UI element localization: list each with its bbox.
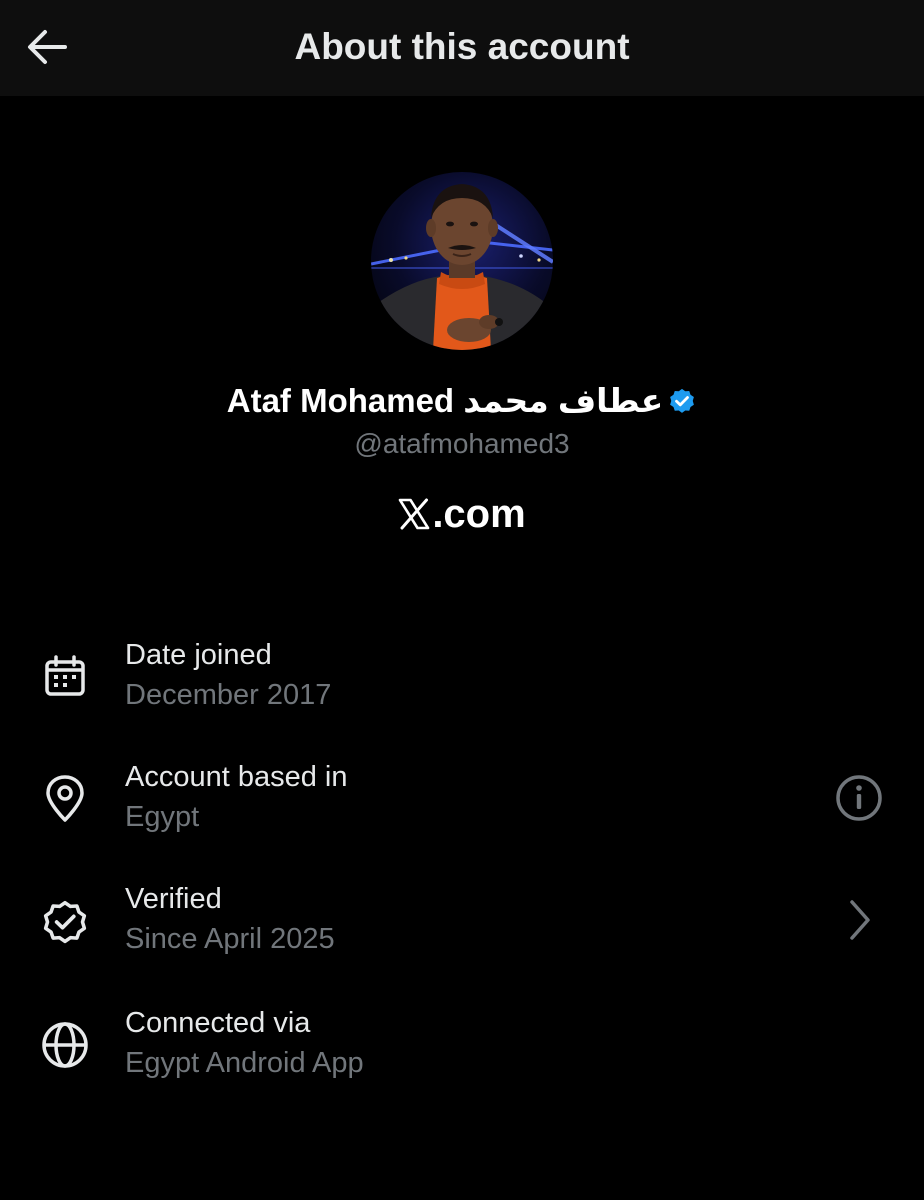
detail-value: December 2017 <box>125 679 332 711</box>
info-icon <box>836 775 882 821</box>
info-button[interactable] <box>831 770 887 826</box>
detail-row-date-joined: Date joined December 2017 <box>0 630 924 730</box>
detail-title: Connected via <box>125 1007 311 1039</box>
detail-title: Verified <box>125 883 222 915</box>
display-name: Ataf Mohamed عطاف محمد <box>226 382 664 419</box>
page-title: About this account <box>294 26 630 67</box>
detail-row-account-based-in: Account based in Egypt <box>0 752 924 852</box>
detail-title: Account based in <box>125 761 348 793</box>
chevron-right-icon[interactable] <box>831 892 887 948</box>
detail-title: Date joined <box>125 639 272 671</box>
profile-avatar[interactable] <box>371 172 553 350</box>
location-pin-icon <box>38 772 92 826</box>
top-app-bar: About this account <box>0 0 924 96</box>
profile-handle: @atafmohamed3 <box>354 428 570 459</box>
detail-value: Since April 2025 <box>125 923 335 955</box>
detail-value: Egypt Android App <box>125 1047 364 1079</box>
globe-icon <box>38 1018 92 1072</box>
detail-row-connected-via: Connected via Egypt Android App <box>0 998 924 1098</box>
detail-row-verified[interactable]: Verified Since April 2025 <box>0 874 924 974</box>
verified-badge-icon <box>667 385 697 427</box>
detail-value: Egypt <box>125 801 200 833</box>
verified-outline-icon <box>38 894 92 948</box>
site-label: .com <box>0 490 924 541</box>
profile-name-row: Ataf Mohamed عطاف محمد <box>0 380 924 427</box>
calendar-icon <box>38 650 92 704</box>
site-domain: .com <box>432 492 526 536</box>
x-logo-icon <box>398 493 430 541</box>
